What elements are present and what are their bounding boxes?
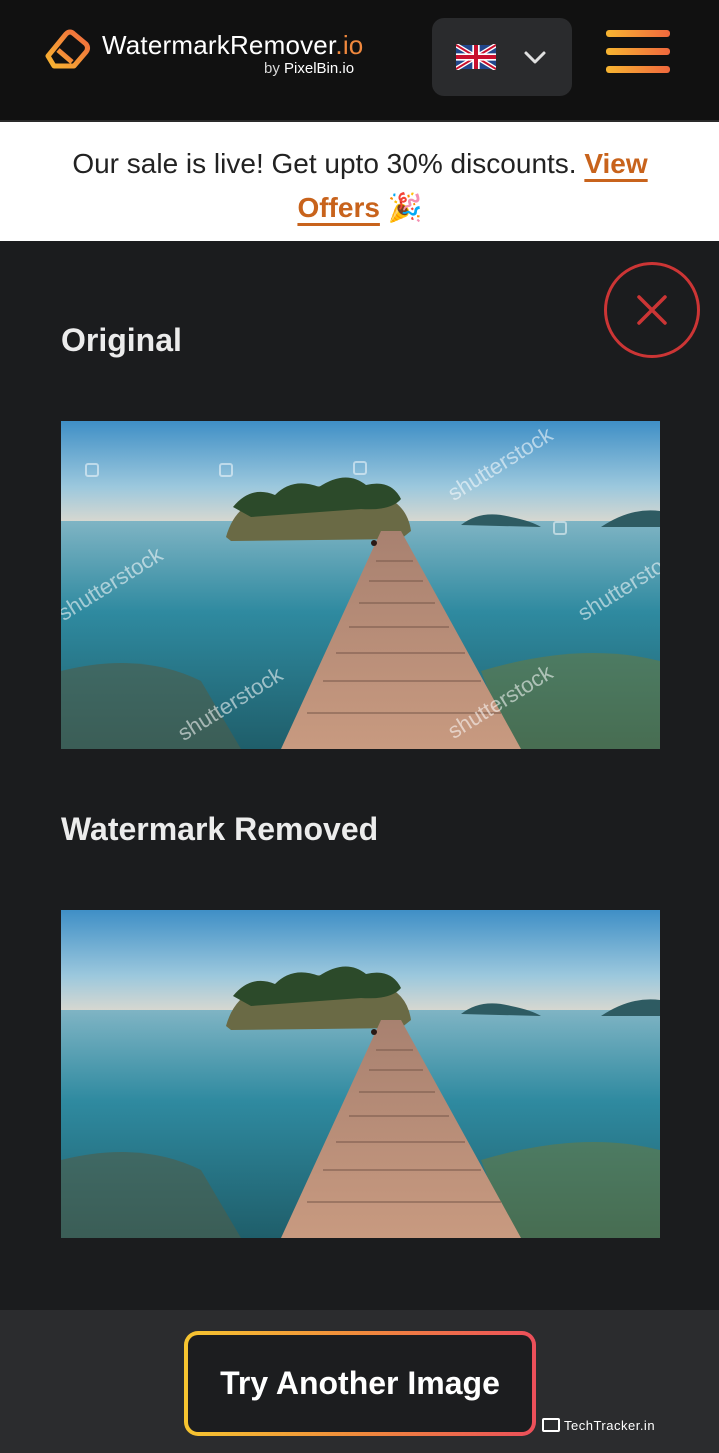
top-header: WatermarkRemover.io by PixelBin.io — [0, 0, 719, 120]
close-button[interactable] — [604, 262, 700, 358]
sale-banner: Our sale is live! Get upto 30% discounts… — [0, 120, 719, 241]
techtracker-badge: TechTracker.in — [542, 1418, 655, 1433]
hamburger-menu-icon[interactable] — [604, 28, 672, 76]
browser-window-icon — [542, 1418, 560, 1432]
watermark-icon — [353, 461, 367, 475]
party-popper-icon: 🎉 — [387, 192, 423, 223]
watermark-icon — [219, 463, 233, 477]
chevron-down-icon — [524, 51, 546, 64]
try-another-image-button[interactable]: Try Another Image — [184, 1331, 536, 1436]
sale-banner-text: Our sale is live! Get upto 30% discounts… — [72, 148, 648, 223]
brand-byline: by PixelBin.io — [264, 60, 355, 77]
watermark-removed-image — [61, 910, 660, 1238]
watermark-icon — [85, 463, 99, 477]
watermark-icon — [553, 521, 567, 535]
uk-flag-icon — [456, 44, 496, 70]
watermark-removed-title: Watermark Removed — [61, 811, 379, 847]
brand-name: WatermarkRemover.io — [102, 30, 364, 60]
try-another-image-label: Try Another Image — [188, 1335, 532, 1432]
eraser-logo-icon — [45, 29, 90, 69]
close-icon — [637, 295, 667, 325]
brand-logo[interactable]: WatermarkRemover.io by PixelBin.io — [44, 24, 384, 84]
original-image: shutterstock shutterstock shutterstock s… — [61, 421, 660, 749]
language-selector[interactable] — [432, 18, 572, 96]
original-title: Original — [61, 322, 182, 358]
